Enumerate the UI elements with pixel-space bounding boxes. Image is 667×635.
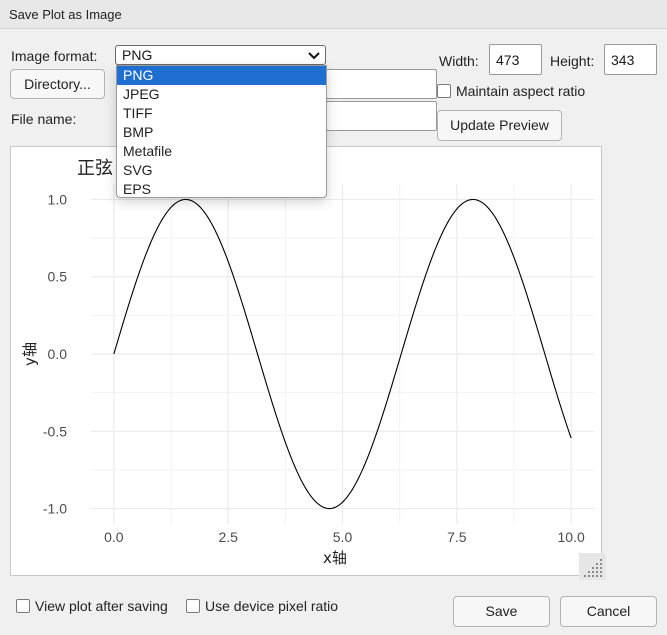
file-name-input[interactable] xyxy=(326,101,437,131)
height-label: Height: xyxy=(550,53,595,69)
y-tick-label: 0.5 xyxy=(48,269,68,285)
chart-title: 正弦 xyxy=(77,158,113,179)
window-title: Save Plot as Image xyxy=(9,7,122,22)
image-format-dropdown: PNG JPEG TIFF BMP Metafile SVG EPS xyxy=(116,65,327,198)
update-preview-button[interactable]: Update Preview xyxy=(437,110,562,141)
y-tick-label: 1.0 xyxy=(48,191,68,207)
image-format-value: PNG xyxy=(122,47,153,63)
y-tick-label: -1.0 xyxy=(43,501,67,517)
height-value: 343 xyxy=(611,52,635,68)
file-name-label: File name: xyxy=(11,111,77,127)
y-tick-label: 0.0 xyxy=(48,346,68,362)
width-value: 473 xyxy=(496,52,520,68)
plot-preview: 0.0 2.5 5.0 7.5 10.0 1.0 0.5 0.0 -0.5 -1.0 正弦 x轴 y轴 xyxy=(10,146,602,576)
device-pixel-ratio-label: Use device pixel ratio xyxy=(205,598,339,614)
format-option-jpeg[interactable]: JPEG xyxy=(117,85,326,104)
height-input[interactable]: 343 xyxy=(604,44,657,75)
sine-chart: 0.0 2.5 5.0 7.5 10.0 1.0 0.5 0.0 -0.5 -1.0 正弦 x轴 y轴 xyxy=(21,158,594,567)
x-tick-label: 5.0 xyxy=(333,529,353,545)
image-format-label: Image format: xyxy=(11,48,98,64)
directory-path-field[interactable] xyxy=(326,69,437,99)
x-axis-label: x轴 xyxy=(323,549,347,567)
device-pixel-ratio-checkbox[interactable] xyxy=(186,599,200,613)
chevron-down-icon xyxy=(308,52,320,60)
x-tick-label: 0.0 xyxy=(104,529,124,545)
format-option-eps[interactable]: EPS xyxy=(117,180,326,199)
maintain-aspect-label: Maintain aspect ratio xyxy=(456,83,586,99)
format-option-bmp[interactable]: BMP xyxy=(117,123,326,142)
format-option-metafile[interactable]: Metafile xyxy=(117,142,326,161)
y-tick-label: -0.5 xyxy=(43,423,67,439)
resize-grip-icon[interactable] xyxy=(579,553,606,580)
y-axis-label: y轴 xyxy=(21,342,39,366)
view-after-saving-label: View plot after saving xyxy=(35,598,168,614)
view-after-saving-checkbox[interactable] xyxy=(16,599,30,613)
title-bar: Save Plot as Image xyxy=(0,0,667,29)
cancel-button[interactable]: Cancel xyxy=(560,596,657,627)
format-option-png[interactable]: PNG xyxy=(117,66,326,85)
x-tick-label: 2.5 xyxy=(218,529,238,545)
save-button[interactable]: Save xyxy=(453,596,550,627)
width-label: Width: xyxy=(439,53,479,69)
format-option-svg[interactable]: SVG xyxy=(117,161,326,180)
format-option-tiff[interactable]: TIFF xyxy=(117,104,326,123)
width-input[interactable]: 473 xyxy=(489,44,542,75)
directory-button[interactable]: Directory... xyxy=(10,69,105,99)
maintain-aspect-checkbox[interactable] xyxy=(437,84,451,98)
x-tick-label: 10.0 xyxy=(558,529,585,545)
image-format-select[interactable]: PNG xyxy=(115,45,326,65)
x-tick-label: 7.5 xyxy=(447,529,467,545)
